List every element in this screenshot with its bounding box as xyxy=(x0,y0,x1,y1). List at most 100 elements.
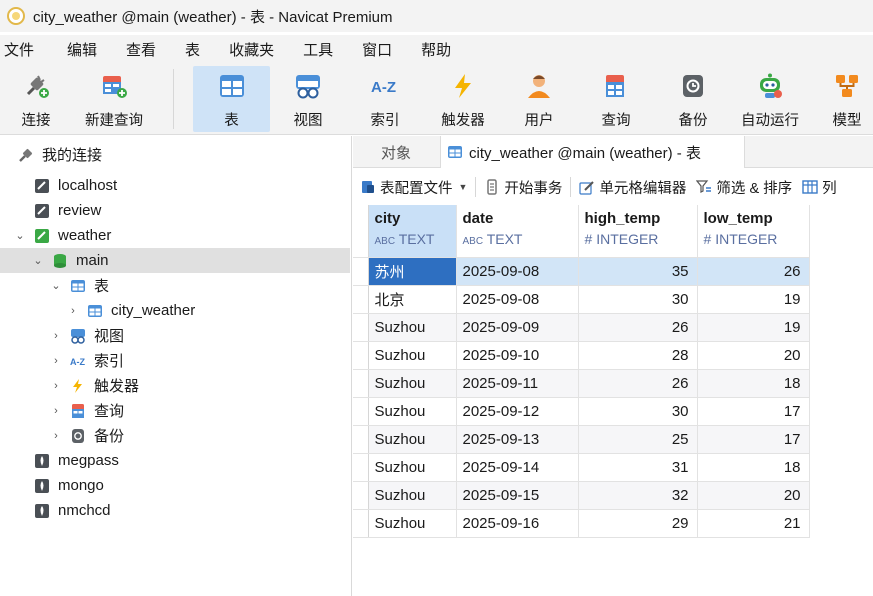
table-row[interactable]: Suzhou 2025-09-12 30 17 xyxy=(353,397,810,426)
user-button[interactable]: 用户 xyxy=(512,66,566,132)
chevron-right-icon[interactable]: › xyxy=(50,430,62,442)
table-row[interactable]: 苏州 2025-09-08 35 26 xyxy=(353,257,810,286)
tree-item-views[interactable]: › 视图 xyxy=(0,323,350,348)
menu-tools[interactable]: 工具 xyxy=(298,39,345,60)
cell-city[interactable]: Suzhou xyxy=(368,341,457,370)
cell-low-temp[interactable]: 17 xyxy=(697,425,810,454)
cell-high-temp[interactable]: 30 xyxy=(578,397,698,426)
cell-city[interactable]: Suzhou xyxy=(368,397,457,426)
cell-high-temp[interactable]: 31 xyxy=(578,453,698,482)
column-header-high-temp[interactable]: high_temp # INTEGER xyxy=(578,205,698,258)
cell-low-temp[interactable]: 26 xyxy=(697,257,810,286)
columns-button[interactable]: 列 xyxy=(802,177,837,198)
menu-favorites[interactable]: 收藏夹 xyxy=(224,39,286,60)
menu-window[interactable]: 窗口 xyxy=(357,39,404,60)
cell-date[interactable]: 2025-09-08 xyxy=(456,285,579,314)
cell-city[interactable]: 苏州 xyxy=(368,257,457,286)
cell-city[interactable]: Suzhou xyxy=(368,509,457,538)
cell-city[interactable]: Suzhou xyxy=(368,453,457,482)
menu-edit[interactable]: 编辑 xyxy=(62,39,109,60)
cell-low-temp[interactable]: 17 xyxy=(697,397,810,426)
tree-item-backups[interactable]: › 备份 xyxy=(0,423,350,448)
query-button[interactable]: 查询 xyxy=(588,66,644,132)
dropdown-arrow-icon[interactable]: ▼ xyxy=(459,182,468,192)
cell-city[interactable]: Suzhou xyxy=(368,425,457,454)
table-row[interactable]: Suzhou 2025-09-14 31 18 xyxy=(353,453,810,482)
menu-table[interactable]: 表 xyxy=(180,39,212,60)
row-selector[interactable] xyxy=(353,341,369,370)
cell-date[interactable]: 2025-09-16 xyxy=(456,509,579,538)
cell-date[interactable]: 2025-09-13 xyxy=(456,425,579,454)
cell-editor-button[interactable]: 单元格编辑器 xyxy=(579,177,686,198)
tree-item-city-weather[interactable]: › city_weather xyxy=(0,298,350,323)
my-connections-header[interactable]: 我的连接 xyxy=(0,142,350,167)
tree-item-indexes[interactable]: › A-Z 索引 xyxy=(0,348,350,373)
chevron-down-icon[interactable]: ⌄ xyxy=(32,254,44,267)
tree-item-review[interactable]: review xyxy=(0,198,350,223)
chevron-down-icon[interactable]: ⌄ xyxy=(50,279,62,292)
row-selector[interactable] xyxy=(353,453,369,482)
tree-item-localhost[interactable]: localhost xyxy=(0,173,350,198)
cell-high-temp[interactable]: 28 xyxy=(578,341,698,370)
cell-date[interactable]: 2025-09-15 xyxy=(456,481,579,510)
chevron-right-icon[interactable]: › xyxy=(50,380,62,392)
backup-button[interactable]: 备份 xyxy=(665,66,721,132)
row-selector[interactable] xyxy=(353,369,369,398)
cell-date[interactable]: 2025-09-12 xyxy=(456,397,579,426)
cell-low-temp[interactable]: 18 xyxy=(697,369,810,398)
column-header-city[interactable]: city ABC TEXT xyxy=(368,205,457,258)
cell-high-temp[interactable]: 35 xyxy=(578,257,698,286)
tree-item-megpass[interactable]: megpass xyxy=(0,448,350,473)
table-button[interactable]: 表 xyxy=(193,66,270,132)
cell-low-temp[interactable]: 20 xyxy=(697,341,810,370)
view-button[interactable]: 视图 xyxy=(280,66,336,132)
begin-transaction-button[interactable]: 开始事务 xyxy=(484,177,562,198)
cell-low-temp[interactable]: 19 xyxy=(697,313,810,342)
cell-high-temp[interactable]: 26 xyxy=(578,369,698,398)
cell-date[interactable]: 2025-09-09 xyxy=(456,313,579,342)
new-query-button[interactable]: 新建查询 xyxy=(76,66,152,132)
table-row[interactable]: Suzhou 2025-09-11 26 18 xyxy=(353,369,810,398)
chevron-right-icon[interactable]: › xyxy=(67,305,79,317)
trigger-button[interactable]: 触发器 xyxy=(432,66,494,132)
row-selector[interactable] xyxy=(353,481,369,510)
row-selector[interactable] xyxy=(353,285,369,314)
table-row[interactable]: Suzhou 2025-09-10 28 20 xyxy=(353,341,810,370)
tab-city-weather[interactable]: city_weather @main (weather) - 表 xyxy=(440,136,745,168)
cell-low-temp[interactable]: 20 xyxy=(697,481,810,510)
filter-sort-button[interactable]: 筛选 & 排序 xyxy=(696,177,792,198)
table-row[interactable]: Suzhou 2025-09-15 32 20 xyxy=(353,481,810,510)
table-row[interactable]: Suzhou 2025-09-13 25 17 xyxy=(353,425,810,454)
cell-city[interactable]: 北京 xyxy=(368,285,457,314)
model-button[interactable]: 模型 xyxy=(822,66,872,132)
cell-low-temp[interactable]: 19 xyxy=(697,285,810,314)
cell-high-temp[interactable]: 32 xyxy=(578,481,698,510)
chevron-right-icon[interactable]: › xyxy=(50,355,62,367)
cell-low-temp[interactable]: 18 xyxy=(697,453,810,482)
tree-item-main[interactable]: ⌄ main xyxy=(0,248,350,273)
tree-item-queries[interactable]: › 查询 xyxy=(0,398,350,423)
row-selector[interactable] xyxy=(353,397,369,426)
column-header-low-temp[interactable]: low_temp # INTEGER xyxy=(697,205,810,258)
index-button[interactable]: A-Z 索引 xyxy=(356,66,414,132)
menu-view[interactable]: 查看 xyxy=(121,39,168,60)
cell-date[interactable]: 2025-09-11 xyxy=(456,369,579,398)
tree-item-mongo[interactable]: mongo xyxy=(0,473,350,498)
tree-item-tables[interactable]: ⌄ 表 xyxy=(0,273,350,298)
row-selector[interactable] xyxy=(353,257,369,286)
cell-city[interactable]: Suzhou xyxy=(368,369,457,398)
table-profile-button[interactable]: 表配置文件 ▼ xyxy=(360,177,467,198)
tab-objects[interactable]: 对象 xyxy=(353,136,439,168)
cell-high-temp[interactable]: 30 xyxy=(578,285,698,314)
chevron-down-icon[interactable]: ⌄ xyxy=(14,229,26,242)
tree-item-triggers[interactable]: › 触发器 xyxy=(0,373,350,398)
cell-high-temp[interactable]: 26 xyxy=(578,313,698,342)
cell-city[interactable]: Suzhou xyxy=(368,481,457,510)
chevron-right-icon[interactable]: › xyxy=(50,405,62,417)
table-row[interactable]: Suzhou 2025-09-16 29 21 xyxy=(353,509,810,538)
table-row[interactable]: Suzhou 2025-09-09 26 19 xyxy=(353,313,810,342)
automation-button[interactable]: 自动运行 xyxy=(736,66,804,132)
tree-item-weather[interactable]: ⌄ weather xyxy=(0,223,350,248)
cell-high-temp[interactable]: 29 xyxy=(578,509,698,538)
cell-low-temp[interactable]: 21 xyxy=(697,509,810,538)
